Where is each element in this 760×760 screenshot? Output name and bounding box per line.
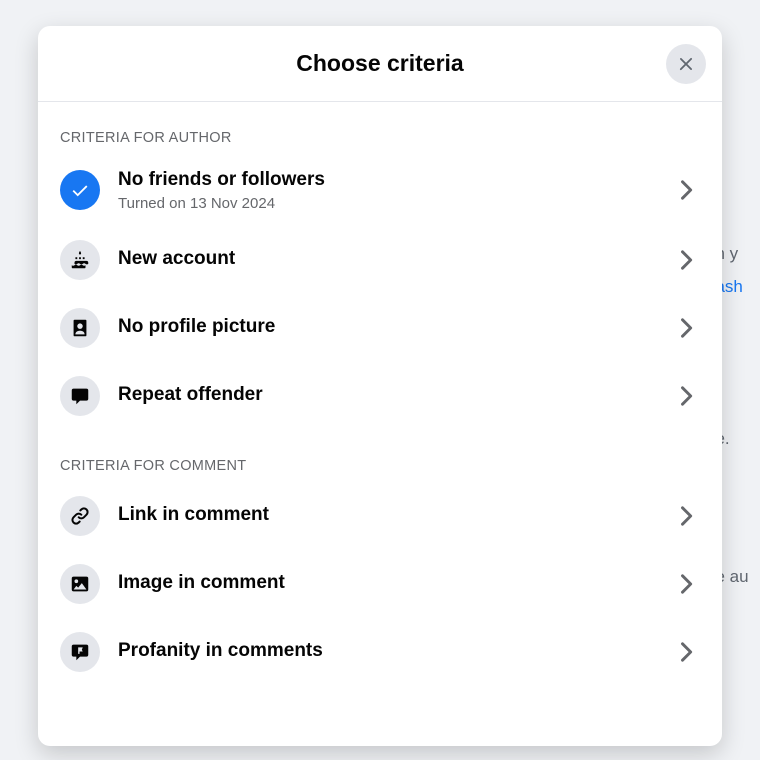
chevron-right-icon <box>672 176 700 204</box>
chevron-right-icon <box>672 314 700 342</box>
criteria-row-no-friends[interactable]: No friends or followers Turned on 13 Nov… <box>38 154 722 226</box>
cake-icon <box>60 240 100 280</box>
criteria-row-repeat-offender[interactable]: Repeat offender <box>38 362 722 430</box>
link-icon <box>60 496 100 536</box>
criteria-row-no-picture[interactable]: No profile picture <box>38 294 722 362</box>
row-label: Image in comment <box>118 571 666 596</box>
section-heading-author: CRITERIA FOR AUTHOR <box>38 102 722 154</box>
criteria-row-profanity[interactable]: Profanity in comments <box>38 618 722 686</box>
row-label: No friends or followers <box>118 168 666 193</box>
chevron-right-icon <box>672 246 700 274</box>
modal-title: Choose criteria <box>296 50 463 77</box>
row-label: Link in comment <box>118 503 666 528</box>
close-icon <box>675 53 697 75</box>
row-sublabel: Turned on 13 Nov 2024 <box>118 195 666 212</box>
speech-flag-icon <box>60 632 100 672</box>
speech-x-icon <box>60 376 100 416</box>
check-circle-icon <box>60 170 100 210</box>
modal-body[interactable]: CRITERIA FOR AUTHOR No friends or follow… <box>38 102 722 746</box>
criteria-row-image-comment[interactable]: Image in comment <box>38 550 722 618</box>
modal-header: Choose criteria <box>38 26 722 102</box>
criteria-modal: Choose criteria CRITERIA FOR AUTHOR No f… <box>38 26 722 746</box>
section-heading-comment: CRITERIA FOR COMMENT <box>38 430 722 482</box>
chevron-right-icon <box>672 382 700 410</box>
row-label: No profile picture <box>118 315 666 340</box>
row-label: New account <box>118 247 666 272</box>
criteria-row-link-comment[interactable]: Link in comment <box>38 482 722 550</box>
page-backdrop: t on y dash ge. be au Choose criteria CR… <box>0 0 760 760</box>
image-icon <box>60 564 100 604</box>
criteria-row-new-account[interactable]: New account <box>38 226 722 294</box>
chevron-right-icon <box>672 570 700 598</box>
row-label: Repeat offender <box>118 383 666 408</box>
close-button[interactable] <box>666 44 706 84</box>
chevron-right-icon <box>672 638 700 666</box>
chevron-right-icon <box>672 502 700 530</box>
silhouette-icon <box>60 308 100 348</box>
row-label: Profanity in comments <box>118 639 666 664</box>
